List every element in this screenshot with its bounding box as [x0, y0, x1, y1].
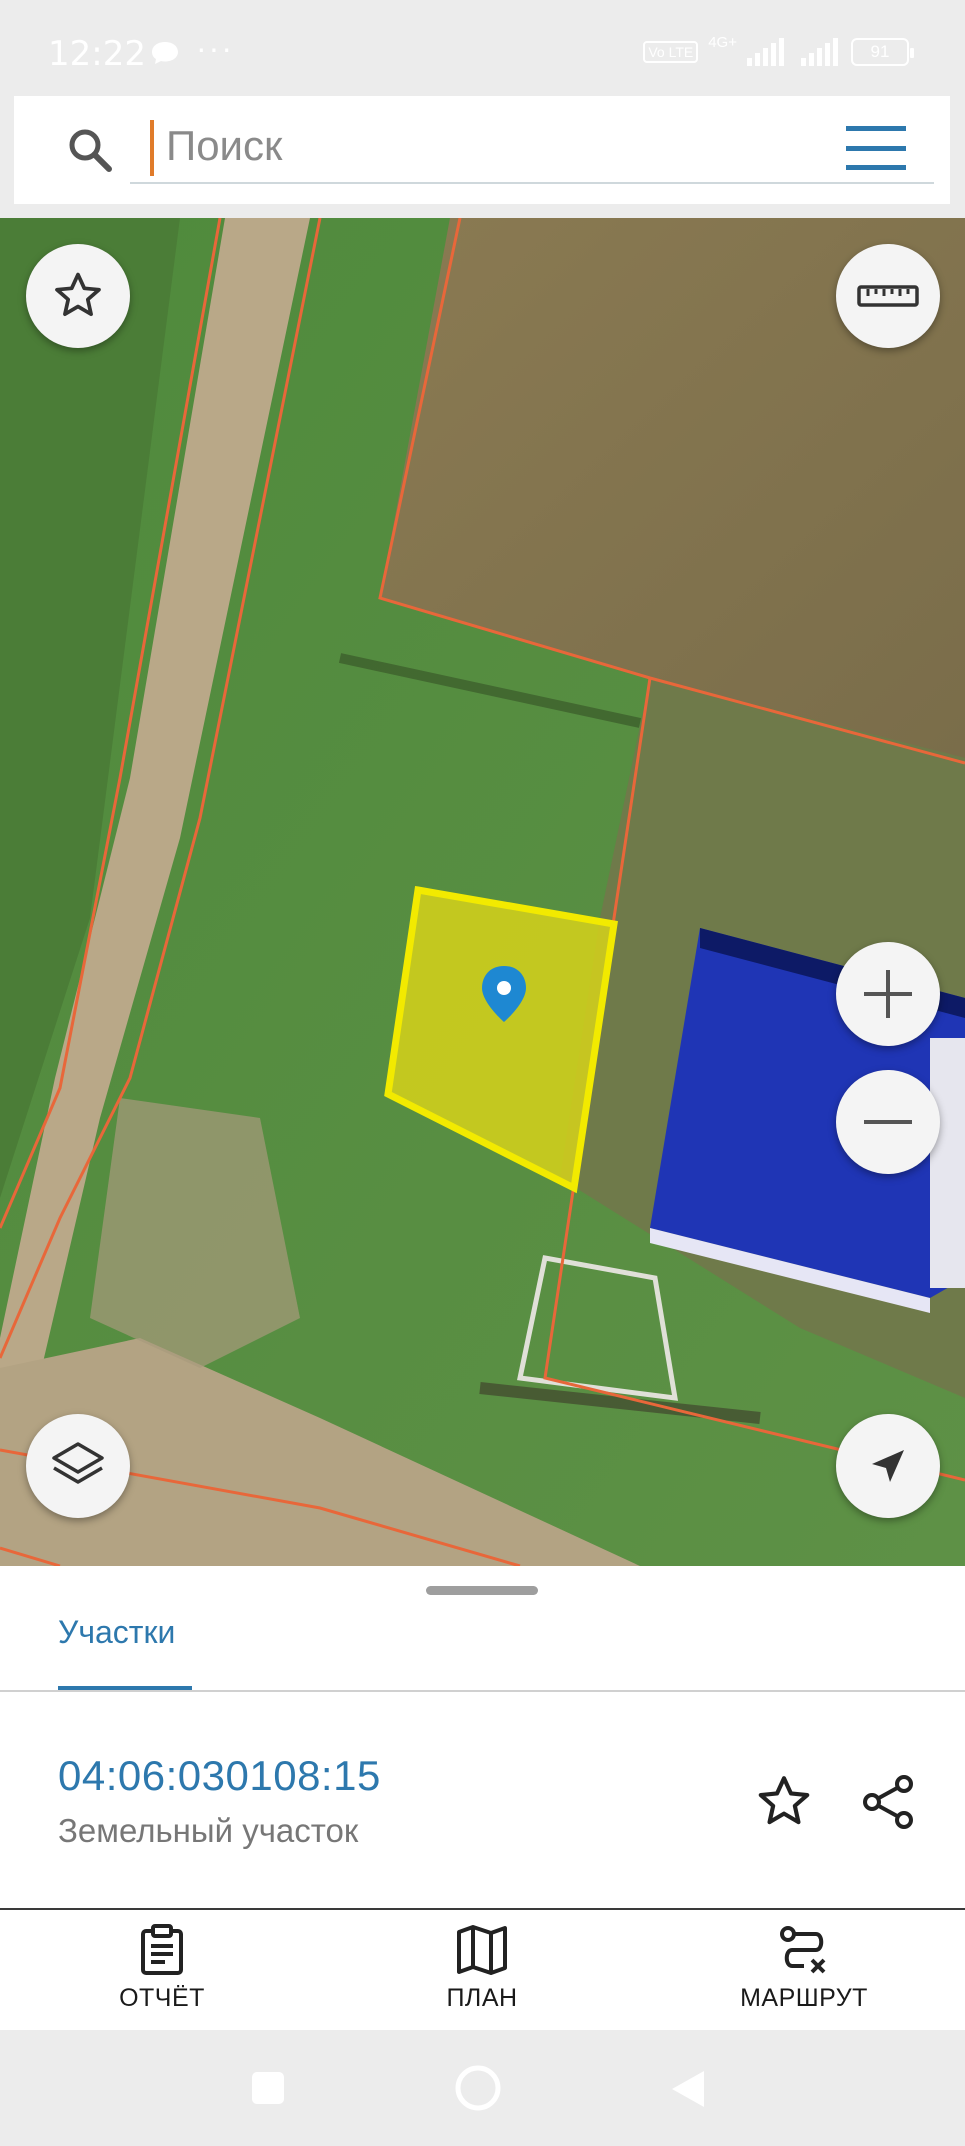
parcel-item[interactable]: 04:06:030108:15 Земельный участок	[58, 1752, 381, 1850]
signal-strength-icon	[747, 38, 784, 66]
network-type: 4G+	[708, 33, 737, 51]
battery-level: 91	[870, 42, 890, 61]
route-button[interactable]: МАРШРУТ	[684, 1924, 924, 2024]
tab-parcels-label: Участки	[58, 1614, 176, 1650]
plus-icon	[864, 970, 912, 1018]
report-label: ОТЧЁТ	[119, 1984, 205, 2012]
layers-button[interactable]	[26, 1414, 130, 1518]
my-location-button[interactable]	[836, 1414, 940, 1518]
parcel-type: Земельный участок	[58, 1812, 359, 1849]
chat-notification-icon	[152, 42, 178, 64]
route-label: МАРШРУТ	[740, 1984, 868, 2012]
clipboard-icon	[141, 1924, 183, 1975]
bottom-action-bar: ОТЧЁТ ПЛАН МАРШРУТ	[0, 1910, 965, 2030]
recent-apps-button[interactable]	[250, 2070, 286, 2111]
battery-icon: 91	[851, 38, 914, 66]
route-icon	[780, 1926, 826, 1974]
volte-badge: Vo LTE	[643, 41, 699, 63]
status-indicators: Vo LTE 4G+ 91	[643, 34, 914, 66]
share-icon	[863, 1775, 913, 1829]
signal-strength-2-icon	[801, 38, 838, 66]
search-bar	[14, 96, 950, 204]
navigation-arrow-icon	[872, 1450, 904, 1482]
more-notifications-icon: ···	[196, 30, 234, 66]
parcel-cadastral-number[interactable]: 04:06:030108:15	[58, 1752, 381, 1800]
map-view[interactable]	[0, 218, 965, 1566]
back-triangle-icon	[672, 2071, 704, 2107]
share-parcel-button[interactable]	[852, 1766, 924, 1838]
ruler-icon	[857, 285, 919, 307]
minus-icon	[864, 1120, 912, 1124]
layers-icon	[52, 1442, 104, 1484]
home-button[interactable]	[454, 2064, 502, 2117]
report-button[interactable]: ОТЧЁТ	[42, 1924, 282, 2024]
search-icon[interactable]	[66, 126, 114, 174]
star-icon	[758, 1776, 810, 1825]
back-button[interactable]	[668, 2068, 708, 2115]
menu-icon[interactable]	[846, 126, 906, 170]
text-cursor	[150, 120, 154, 176]
zoom-out-button[interactable]	[836, 1070, 940, 1174]
square-icon	[252, 2072, 284, 2104]
favorites-button[interactable]	[26, 244, 130, 348]
star-icon	[55, 272, 101, 317]
status-time: 12:22	[48, 34, 146, 74]
system-navigation-bar	[0, 2030, 965, 2146]
favorite-parcel-button[interactable]	[748, 1766, 820, 1838]
measure-button[interactable]	[836, 244, 940, 348]
status-bar: 12:22 ··· Vo LTE 4G+ 91	[0, 0, 965, 88]
satellite-map[interactable]	[0, 218, 965, 1566]
circle-icon	[455, 2065, 501, 2111]
plan-label: ПЛАН	[446, 1984, 518, 2012]
tabs-divider	[0, 1690, 965, 1692]
tab-parcels[interactable]: Участки	[58, 1614, 192, 1692]
zoom-in-button[interactable]	[836, 942, 940, 1046]
search-input[interactable]	[130, 110, 934, 184]
plan-button[interactable]: ПЛАН	[362, 1924, 602, 2024]
map-icon	[457, 1925, 507, 1975]
sheet-drag-handle[interactable]	[426, 1586, 538, 1595]
